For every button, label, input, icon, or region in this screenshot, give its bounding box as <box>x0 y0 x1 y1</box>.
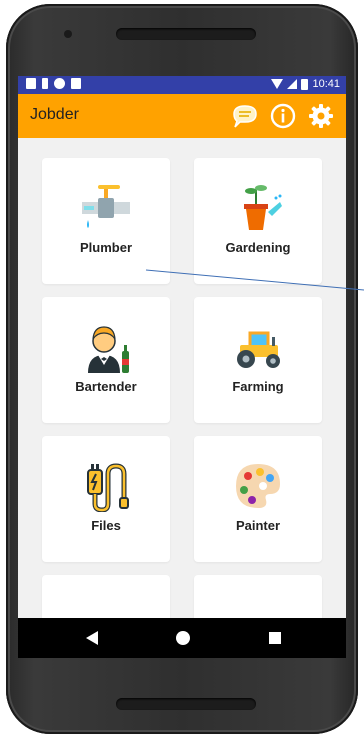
category-card-partial-right[interactable] <box>194 575 322 618</box>
gmail-icon <box>26 78 36 89</box>
status-time: 10:41 <box>312 78 340 90</box>
category-card-bartender[interactable]: Bartender <box>42 297 170 423</box>
cell-signal-icon <box>287 79 298 89</box>
faucet-icon <box>82 185 130 228</box>
sd-card-icon <box>71 78 81 89</box>
category-label: Farming <box>232 379 284 394</box>
person-icon <box>42 78 48 89</box>
category-label: Bartender <box>75 379 137 394</box>
category-label: Painter <box>235 518 281 533</box>
bottom-speaker <box>116 698 256 710</box>
app-title: Jobder <box>30 106 79 123</box>
wifi-icon <box>271 79 284 89</box>
battery-icon <box>301 78 309 90</box>
plant-pot-icon <box>244 185 282 230</box>
status-bar: 10:41 <box>18 76 346 94</box>
category-card-farming[interactable]: Farming <box>194 297 322 423</box>
category-card-files[interactable]: Files <box>42 436 170 562</box>
device-screen: 10:41 Jobder Plumber Gardening Bartender… <box>18 76 346 658</box>
chat-bubble-icon[interactable] <box>230 101 260 131</box>
tool-icon <box>230 599 286 618</box>
cable-plug-icon <box>87 463 129 512</box>
category-card-partial-left[interactable] <box>42 575 170 618</box>
category-label: Plumber <box>79 240 132 255</box>
category-card-plumber[interactable]: Plumber <box>42 158 170 284</box>
app-bar-actions <box>230 101 336 131</box>
back-icon[interactable] <box>86 631 98 645</box>
info-icon[interactable] <box>268 101 298 131</box>
category-card-painter[interactable]: Painter <box>194 436 322 562</box>
recents-icon[interactable] <box>269 632 281 644</box>
category-grid: Plumber Gardening Bartender Farming File… <box>18 138 346 618</box>
front-camera <box>64 30 72 38</box>
home-icon[interactable] <box>176 631 190 645</box>
status-indicators: 10:41 <box>271 78 340 90</box>
bartender-icon <box>88 326 129 373</box>
android-nav-bar <box>18 618 346 658</box>
category-card-gardening[interactable]: Gardening <box>194 158 322 284</box>
notification-icons <box>26 78 81 89</box>
circle-notification-icon <box>54 78 65 89</box>
category-label: Files <box>91 518 121 533</box>
app-bar: Jobder <box>18 94 346 138</box>
person-hair-icon <box>78 599 134 618</box>
gear-icon[interactable] <box>306 101 336 131</box>
category-label: Gardening <box>225 240 291 255</box>
tractor-icon <box>237 331 280 368</box>
paint-palette-icon <box>236 464 280 508</box>
earpiece-speaker <box>116 28 256 40</box>
